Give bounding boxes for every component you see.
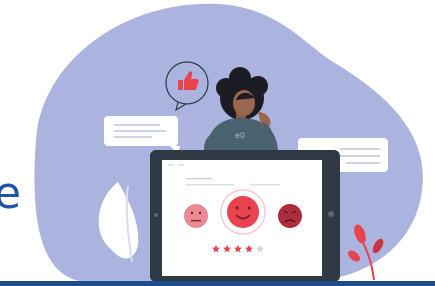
partial-heading: e xyxy=(0,168,21,219)
sad-face-icon[interactable] xyxy=(278,204,302,228)
tablet-device xyxy=(150,150,340,282)
svg-text:e0: e0 xyxy=(235,131,245,140)
happy-face-icon[interactable] xyxy=(220,189,266,235)
bottom-accent-bar xyxy=(0,281,435,286)
illustration-scene: e0 e xyxy=(0,0,435,286)
neutral-face-icon[interactable] xyxy=(184,204,208,228)
customer-feedback-illustration: e0 xyxy=(34,3,423,282)
motion-lines xyxy=(186,178,212,180)
